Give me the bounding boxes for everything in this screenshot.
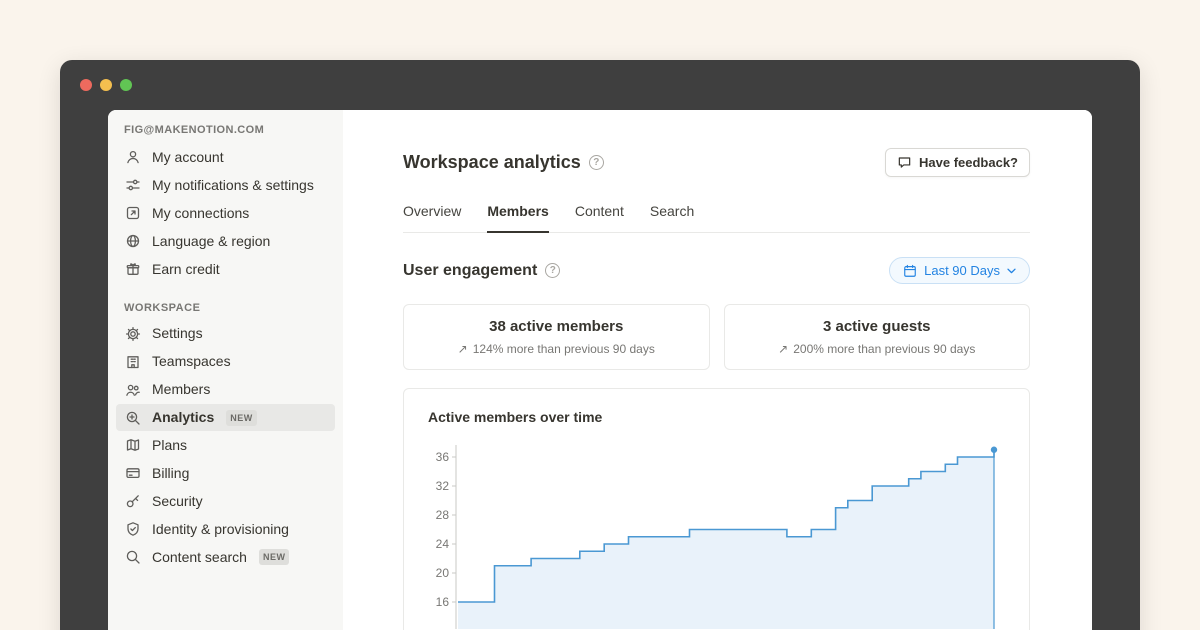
main-header: Workspace analytics ? Have feedback? — [403, 148, 1030, 177]
active-guests-value: 3 active guests — [741, 318, 1014, 335]
sidebar-item-label: Identity & provisioning — [152, 520, 289, 539]
active-members-card: 38 active members ↗ 124% more than previ… — [403, 304, 710, 370]
sidebar-item-my-connections[interactable]: My connections — [116, 200, 335, 227]
svg-text:36: 36 — [436, 450, 450, 464]
settings-sidebar: FIG@MAKENOTION.COM My account My notific… — [108, 110, 343, 630]
delta-text: 200% more than previous 90 days — [793, 342, 975, 356]
have-feedback-button[interactable]: Have feedback? — [885, 148, 1030, 177]
app-window: FIG@MAKENOTION.COM My account My notific… — [60, 60, 1140, 630]
chart-title: Active members over time — [428, 409, 1005, 425]
sidebar-item-label: Plans — [152, 436, 187, 455]
active-guests-card: 3 active guests ↗ 200% more than previou… — [724, 304, 1031, 370]
section-title-text: User engagement — [403, 262, 537, 280]
svg-text:20: 20 — [436, 566, 450, 580]
close-window-button[interactable] — [80, 79, 92, 91]
sidebar-item-members[interactable]: Members — [116, 376, 335, 403]
chevron-down-icon — [1007, 268, 1016, 274]
sidebar-item-content-search[interactable]: Content search NEW — [116, 544, 335, 571]
sidebar-item-label: My notifications & settings — [152, 176, 314, 195]
help-icon[interactable]: ? — [545, 263, 560, 278]
globe-icon — [124, 232, 142, 250]
tab-content[interactable]: Content — [575, 203, 624, 233]
teamspaces-icon — [124, 353, 142, 371]
help-icon[interactable]: ? — [589, 155, 604, 170]
analytics-main-panel: Workspace analytics ? Have feedback? Ove… — [343, 110, 1092, 630]
avatar-icon — [124, 148, 142, 166]
sidebar-item-security[interactable]: Security — [116, 488, 335, 515]
new-badge: NEW — [259, 549, 290, 565]
sidebar-item-label: Members — [152, 380, 210, 399]
new-badge: NEW — [226, 410, 257, 426]
sidebar-item-billing[interactable]: Billing — [116, 460, 335, 487]
analytics-icon — [124, 409, 142, 427]
members-icon — [124, 381, 142, 399]
active-guests-delta: ↗ 200% more than previous 90 days — [741, 342, 1014, 356]
sidebar-item-label: Earn credit — [152, 260, 220, 279]
sidebar-item-analytics[interactable]: Analytics NEW — [116, 404, 335, 431]
svg-text:32: 32 — [436, 479, 450, 493]
sidebar-item-settings[interactable]: Settings — [116, 320, 335, 347]
plans-icon — [124, 436, 142, 454]
date-range-label: Last 90 Days — [924, 263, 1000, 278]
trend-up-icon: ↗ — [778, 342, 788, 356]
stat-cards-row: 38 active members ↗ 124% more than previ… — [403, 304, 1030, 370]
sidebar-item-language-region[interactable]: Language & region — [116, 228, 335, 255]
user-engagement-header: User engagement ? Last 90 Days — [403, 257, 1030, 284]
trend-up-icon: ↗ — [458, 342, 468, 356]
delta-text: 124% more than previous 90 days — [473, 342, 655, 356]
sidebar-item-label: Teamspaces — [152, 352, 231, 371]
tab-search[interactable]: Search — [650, 203, 694, 233]
sidebar-item-label: My account — [152, 148, 224, 167]
connections-icon — [124, 204, 142, 222]
shield-check-icon — [124, 520, 142, 538]
key-icon — [124, 492, 142, 510]
tab-overview[interactable]: Overview — [403, 203, 461, 233]
page-title: Workspace analytics ? — [403, 152, 604, 173]
have-feedback-label: Have feedback? — [919, 155, 1018, 170]
sidebar-item-label: Security — [152, 492, 203, 511]
gift-icon — [124, 260, 142, 278]
members-chart-card: Active members over time 36 32 28 24 20 16 — [403, 388, 1030, 630]
active-members-over-time-chart: 36 32 28 24 20 16 — [428, 439, 1005, 629]
minimize-window-button[interactable] — [100, 79, 112, 91]
window-titlebar — [60, 60, 1140, 110]
settings-modal: FIG@MAKENOTION.COM My account My notific… — [108, 110, 1092, 630]
active-members-delta: ↗ 124% more than previous 90 days — [420, 342, 693, 356]
sidebar-item-label: My connections — [152, 204, 249, 223]
billing-icon — [124, 464, 142, 482]
sidebar-item-teamspaces[interactable]: Teamspaces — [116, 348, 335, 375]
sidebar-item-earn-credit[interactable]: Earn credit — [116, 256, 335, 283]
sidebar-item-my-account[interactable]: My account — [116, 144, 335, 171]
page-title-text: Workspace analytics — [403, 152, 581, 173]
sidebar-item-identity-provisioning[interactable]: Identity & provisioning — [116, 516, 335, 543]
active-members-value: 38 active members — [420, 318, 693, 335]
sidebar-item-label: Analytics — [152, 408, 214, 427]
sidebar-item-notifications-settings[interactable]: My notifications & settings — [116, 172, 335, 199]
account-email: FIG@MAKENOTION.COM — [124, 124, 327, 136]
svg-text:16: 16 — [436, 595, 450, 609]
svg-text:28: 28 — [436, 508, 450, 522]
workspace-section-label: WORKSPACE — [124, 302, 327, 314]
date-range-selector[interactable]: Last 90 Days — [889, 257, 1030, 284]
analytics-tabs: Overview Members Content Search — [403, 203, 1030, 233]
tab-members[interactable]: Members — [487, 203, 548, 233]
speech-bubble-icon — [897, 155, 912, 170]
zoom-window-button[interactable] — [120, 79, 132, 91]
svg-text:24: 24 — [436, 537, 450, 551]
sidebar-item-label: Content search — [152, 548, 247, 567]
sidebar-item-label: Billing — [152, 464, 189, 483]
sidebar-item-label: Settings — [152, 324, 203, 343]
gear-icon — [124, 325, 142, 343]
sidebar-item-label: Language & region — [152, 232, 270, 251]
search-icon — [124, 548, 142, 566]
notifications-settings-icon — [124, 176, 142, 194]
calendar-icon — [903, 264, 917, 278]
section-title: User engagement ? — [403, 262, 560, 280]
sidebar-item-plans[interactable]: Plans — [116, 432, 335, 459]
